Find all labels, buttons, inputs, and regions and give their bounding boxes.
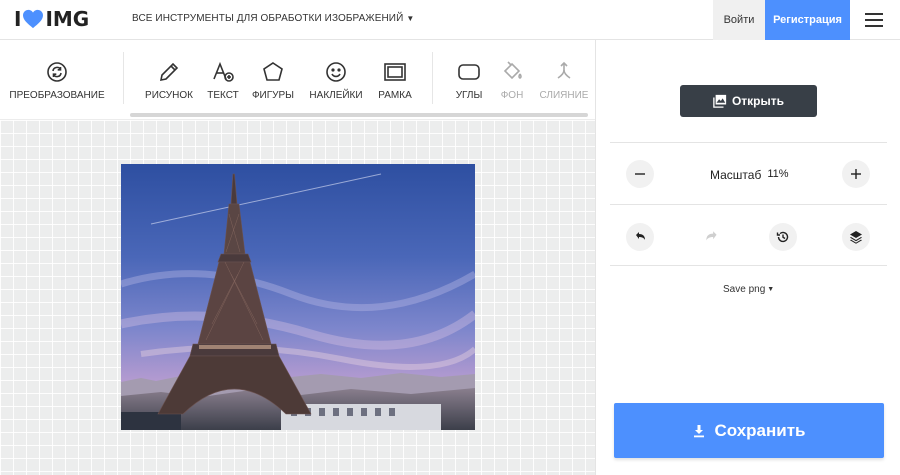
save-format-label: Save png (723, 284, 766, 295)
tool-transform-label: ПРЕОБРАЗОВАНИЕ (9, 90, 105, 101)
frame-icon (384, 63, 406, 81)
panel-divider (610, 265, 887, 266)
history-icon (776, 231, 789, 243)
image-icon (713, 94, 727, 108)
smiley-icon (326, 62, 346, 82)
toolbar-divider (432, 52, 433, 104)
tool-background-label: ФОН (500, 90, 524, 101)
open-button[interactable]: Открыть (680, 85, 817, 117)
tool-shapes-label: ФИГУРЫ (251, 90, 295, 101)
save-button-label: Сохранить (714, 420, 806, 440)
tool-background[interactable]: ФОН (497, 60, 527, 101)
side-panel: Открыть Масштаб 11% Save png ▼ Сохранить (595, 40, 900, 475)
zoom-in-button[interactable] (842, 160, 870, 188)
toolbar-scrollbar[interactable] (130, 113, 588, 117)
tool-corners[interactable]: УГЛЫ (450, 60, 488, 101)
undo-icon (636, 232, 645, 240)
tool-stickers-label: НАКЛЕЙКИ (309, 90, 363, 101)
undo-button[interactable] (626, 223, 654, 251)
fill-bucket-icon (503, 61, 522, 80)
chevron-down-icon: ▼ (406, 14, 415, 23)
chevron-down-icon: ▼ (767, 286, 775, 293)
tool-shapes[interactable]: ФИГУРЫ (250, 60, 296, 101)
redo-button[interactable] (704, 229, 722, 245)
tool-corners-label: УГЛЫ (455, 90, 483, 101)
tool-merge-label: СЛИЯНИЕ (539, 90, 589, 101)
tool-transform[interactable]: ПРЕОБРАЗОВАНИЕ (9, 60, 105, 101)
editor-canvas[interactable] (0, 120, 595, 475)
all-tools-menu[interactable]: ВСЕ ИНСТРУМЕНТЫ ДЛЯ ОБРАБОТКИ ИЗОБРАЖЕНИ… (132, 13, 414, 24)
save-button[interactable]: Сохранить (614, 403, 884, 458)
hamburger-icon[interactable] (864, 11, 884, 29)
layers-icon (850, 231, 862, 244)
tool-merge[interactable]: СЛИЯНИЕ (538, 60, 590, 101)
logo[interactable]: I IMG (14, 7, 89, 31)
tool-text-label: ТЕКСТ (207, 90, 239, 101)
tool-text[interactable]: ТЕКСТ (204, 60, 242, 101)
redo-icon (706, 231, 717, 241)
zoom-indicator: Масштаб 11% (710, 168, 789, 182)
top-header: I IMG ВСЕ ИНСТРУМЕНТЫ ДЛЯ ОБРАБОТКИ ИЗОБ… (0, 0, 900, 40)
tool-frame-label: РАМКА (378, 90, 412, 101)
shape-icon (263, 62, 283, 81)
zoom-label: Масштаб (710, 168, 762, 182)
login-button[interactable]: Войти (713, 0, 765, 40)
eiffel-tower-photo[interactable] (121, 164, 475, 430)
rotate-icon (47, 62, 67, 82)
register-button[interactable]: Регистрация (765, 0, 850, 40)
layers-button[interactable] (842, 223, 870, 251)
zoom-value: 11% (767, 168, 789, 180)
merge-icon (557, 61, 571, 79)
text-icon (213, 61, 234, 82)
tool-stickers[interactable]: НАКЛЕЙКИ (307, 60, 365, 101)
download-icon (694, 424, 705, 437)
save-format-dropdown[interactable]: Save png ▼ (723, 284, 774, 295)
tool-draw-label: РИСУНОК (145, 90, 193, 101)
minus-icon (635, 173, 645, 175)
tool-frame[interactable]: РАМКА (374, 60, 416, 101)
all-tools-label: ВСЕ ИНСТРУМЕНТЫ ДЛЯ ОБРАБОТКИ ИЗОБРАЖЕНИ… (132, 13, 404, 24)
logo-letter: I (14, 7, 22, 31)
editor-toolbar: ПРЕОБРАЗОВАНИЕ РИСУНОК ТЕКСТ ФИГУРЫ НАКЛ… (0, 40, 595, 120)
toolbar-divider (123, 52, 124, 104)
panel-divider (610, 142, 887, 143)
pencil-icon (159, 62, 179, 82)
logo-text: IMG (45, 7, 90, 31)
rounded-corners-icon (458, 64, 480, 80)
heart-icon (23, 9, 44, 29)
zoom-out-button[interactable] (626, 160, 654, 188)
open-button-label: Открыть (731, 94, 785, 108)
tool-draw[interactable]: РИСУНОК (144, 60, 194, 101)
history-button[interactable] (769, 223, 797, 251)
plus-icon (851, 169, 861, 179)
panel-divider (610, 204, 887, 205)
